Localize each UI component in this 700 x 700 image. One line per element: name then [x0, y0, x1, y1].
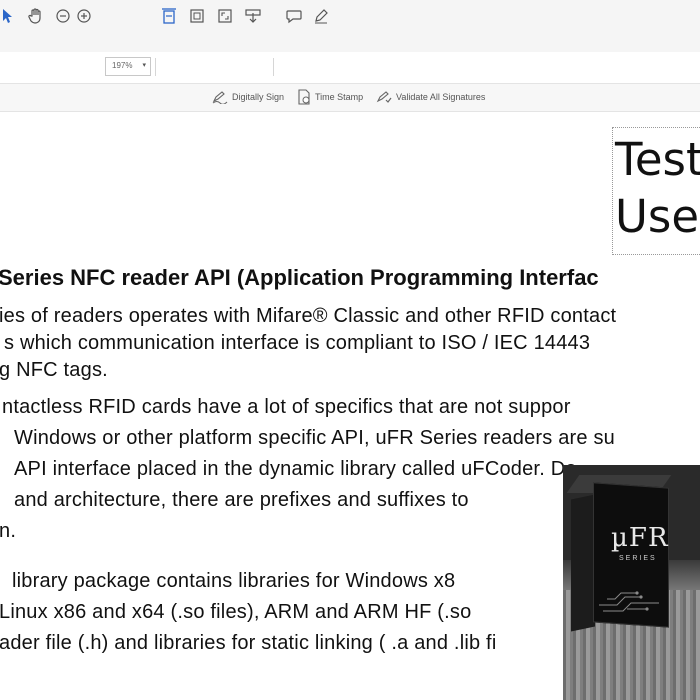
zoom-level-select[interactable]: 197% ▾ [105, 57, 151, 76]
product-box-side [571, 494, 595, 632]
paragraph-line: ader file (.h) and libraries for static … [0, 632, 497, 654]
hand-tool-icon[interactable] [27, 6, 45, 26]
full-screen-icon[interactable] [217, 6, 233, 26]
paragraph-line: n. [0, 520, 17, 542]
paragraph-line: and architecture, there are prefixes and… [14, 489, 469, 511]
circuit-pattern-icon [599, 591, 659, 612]
paragraph-line: ies of readers operates with Mifare® Cla… [0, 305, 617, 327]
toolbar-divider [155, 58, 156, 76]
paragraph-line: g NFC tags. [0, 359, 108, 381]
zoom-level-value: 197% [112, 61, 133, 70]
time-stamp-icon [298, 89, 310, 105]
paragraph-line: library package contains libraries for W… [12, 570, 456, 592]
paragraph-line: Linux x86 and x64 (.so files), ARM and A… [0, 601, 472, 623]
time-stamp-button[interactable]: Time Stamp [297, 88, 363, 106]
webcam-video-overlay: µFR SERIES [563, 465, 700, 700]
window-top-strip [0, 0, 700, 53]
signature-name-line-2: User [615, 190, 700, 243]
comment-icon[interactable] [285, 6, 303, 26]
paragraph-line: ntactless RFID cards have a lot of speci… [2, 396, 571, 418]
product-logo-text: µFR [611, 523, 669, 553]
fit-width-icon[interactable] [161, 6, 177, 26]
digitally-sign-label: Digitally Sign [232, 92, 285, 102]
paragraph-line: API interface placed in the dynamic libr… [14, 458, 577, 480]
paragraph-line: Windows or other platform specific API, … [14, 427, 616, 449]
validate-all-signatures-button[interactable]: Validate All Signatures [376, 88, 485, 106]
validate-all-signatures-label: Validate All Signatures [396, 92, 486, 102]
zoom-out-icon[interactable] [55, 6, 71, 26]
validate-signature-icon [376, 91, 392, 103]
chevron-down-icon: ▾ [142, 62, 146, 69]
signature-name-line-1: Test [615, 133, 700, 186]
zoom-in-icon[interactable] [76, 6, 92, 26]
pen-icon[interactable] [312, 6, 330, 26]
section-heading: Series NFC reader API (Application Progr… [0, 265, 599, 290]
download-icon[interactable] [244, 6, 262, 26]
toolbar-divider [273, 58, 274, 76]
product-series-text: SERIES [619, 555, 657, 562]
paragraph-line: s which communication interface is compl… [4, 332, 591, 354]
signature-pen-icon [212, 91, 228, 104]
digitally-sign-button[interactable]: Digitally Sign [212, 88, 284, 106]
fit-page-icon[interactable] [189, 6, 205, 26]
select-cursor-icon[interactable] [0, 6, 14, 26]
time-stamp-label: Time Stamp [315, 92, 364, 102]
